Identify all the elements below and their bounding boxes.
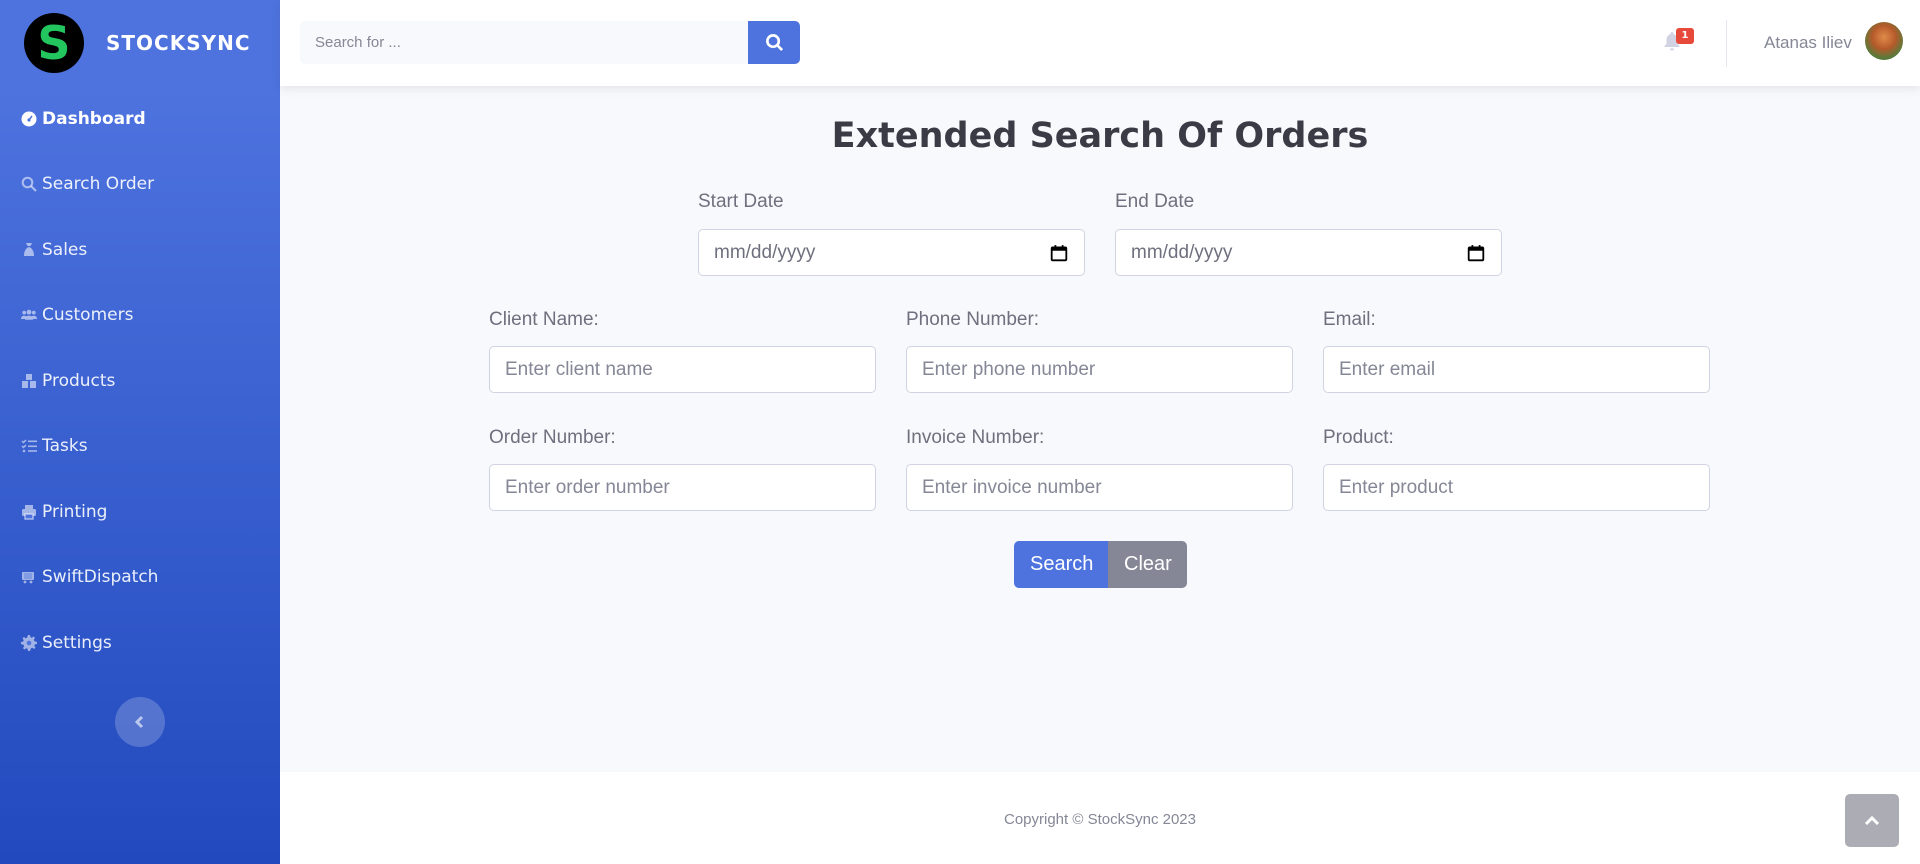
notification-count-badge: 1 [1676,28,1694,44]
invoice-number-input[interactable] [906,464,1293,511]
form-actions: Search Clear [1014,541,1187,588]
sidebar-toggle-button[interactable] [115,697,165,747]
email-label: Email: [1323,309,1376,330]
copyright-text: Copyright © StockSync 2023 [1004,811,1196,828]
sidebar-item-label: Tasks [42,436,88,457]
end-date-field[interactable]: mm/dd/yyyy [1115,229,1502,276]
start-date-field[interactable]: mm/dd/yyyy [698,229,1085,276]
main-content: Extended Search Of Orders Start Date mm/… [280,86,1920,772]
sidebar: S STOCKSYNC Dashboard Search Order Sales… [0,0,280,864]
sidebar-item-label: Search Order [42,174,155,195]
sidebar-item-label: Products [42,370,116,391]
footer: Copyright © StockSync 2023 [280,772,1920,864]
page-title: Extended Search Of Orders [831,116,1369,156]
product-label: Product: [1323,427,1394,448]
client-name-label: Client Name: [489,309,599,330]
sidebar-item-label: Printing [42,501,108,522]
invoice-number-label: Invoice Number: [906,427,1045,448]
chevron-up-icon [1864,815,1880,825]
list-check-icon [20,437,38,455]
topbar-divider [1726,20,1727,67]
sidebar-item-printing[interactable]: Printing [0,479,280,545]
sidebar-item-label: Settings [42,632,112,653]
end-date-value: mm/dd/yyyy [1131,241,1233,263]
sidebar-item-tasks[interactable]: Tasks [0,414,280,480]
gear-icon [20,634,38,652]
search-icon [20,175,38,193]
brand-name: STOCKSYNC [106,31,251,55]
brand[interactable]: S STOCKSYNC [0,0,280,86]
sidebar-nav: Dashboard Search Order Sales Customers P… [0,86,280,676]
client-name-input[interactable] [489,346,876,393]
sidebar-item-settings[interactable]: Settings [0,610,280,676]
printer-icon [20,503,38,521]
product-input[interactable] [1323,464,1710,511]
dashboard-icon [20,110,38,128]
topbar-search-input[interactable] [300,21,748,64]
phone-number-input[interactable] [906,346,1293,393]
users-icon [20,306,38,324]
sidebar-item-dashboard[interactable]: Dashboard [0,86,280,152]
sidebar-item-customers[interactable]: Customers [0,283,280,349]
sidebar-item-label: Customers [42,305,134,326]
topbar-search-button[interactable] [748,21,800,64]
topbar-search [300,21,800,64]
clear-button[interactable]: Clear [1108,541,1187,588]
phone-number-label: Phone Number: [906,309,1040,330]
search-button[interactable]: Search [1014,541,1108,588]
calendar-icon[interactable] [1467,244,1485,262]
start-date-value: mm/dd/yyyy [714,241,816,263]
sidebar-item-label: SwiftDispatch [42,567,159,588]
avatar[interactable] [1865,22,1903,60]
money-bag-icon [20,241,38,259]
sidebar-item-swiftdispatch[interactable]: SwiftDispatch [0,545,280,611]
boxes-icon [20,372,38,390]
search-icon [765,34,783,52]
calendar-icon[interactable] [1050,244,1068,262]
email-input[interactable] [1323,346,1710,393]
brand-logo-letter: S [37,16,71,70]
sidebar-item-products[interactable]: Products [0,348,280,414]
sidebar-item-label: Sales [42,239,88,260]
end-date-label: End Date [1115,191,1195,212]
user-name[interactable]: Atanas Iliev [1764,33,1852,53]
start-date-label: Start Date [698,191,784,212]
sidebar-item-sales[interactable]: Sales [0,217,280,283]
chevron-left-icon [134,715,144,729]
truck-icon [20,568,38,586]
sidebar-item-label: Dashboard [42,108,146,129]
brand-logo: S [24,13,84,73]
topbar: 1 Atanas Iliev [280,0,1920,86]
order-number-input[interactable] [489,464,876,511]
order-number-label: Order Number: [489,427,616,448]
scroll-to-top-button[interactable] [1845,794,1899,847]
sidebar-item-search-order[interactable]: Search Order [0,152,280,218]
